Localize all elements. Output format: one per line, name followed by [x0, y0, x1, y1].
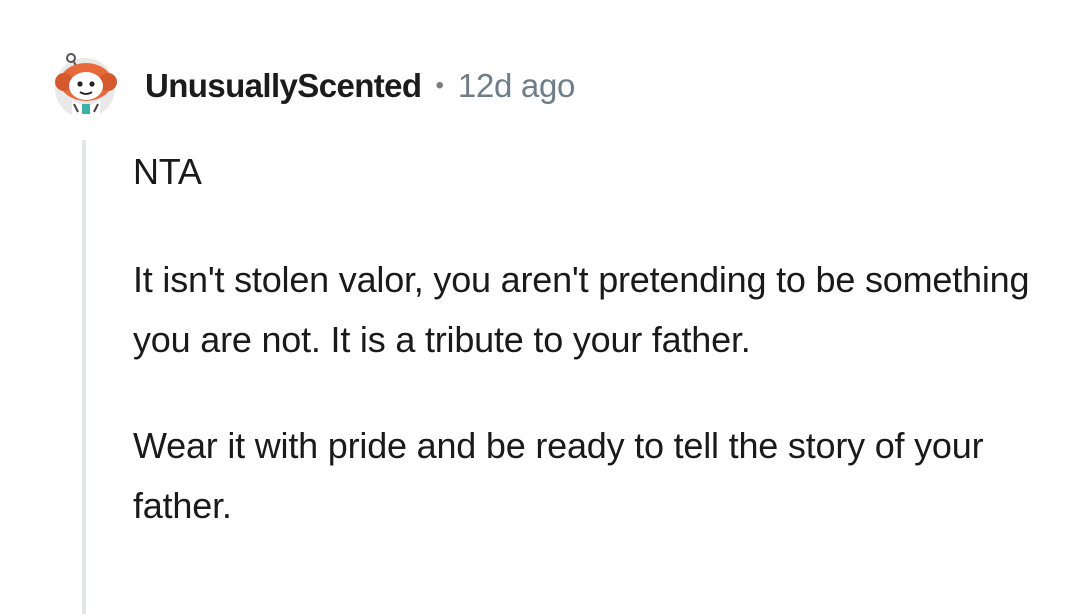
user-avatar[interactable]: [52, 52, 118, 118]
comment-body: NTA It isn't stolen valor, you aren't pr…: [133, 142, 1033, 582]
timestamp: 12d ago: [457, 67, 576, 104]
comment-paragraph: It isn't stolen valor, you aren't preten…: [133, 259, 1030, 360]
comment: UnusuallyScented • 12d ago NTA It isn't …: [0, 0, 1079, 614]
username-link[interactable]: UnusuallyScented: [145, 67, 422, 105]
separator-dot: •: [435, 72, 444, 99]
thread-collapse-line[interactable]: [82, 140, 86, 614]
comment-header: UnusuallyScented • 12d ago: [145, 64, 575, 108]
comment-paragraph: NTA: [133, 151, 202, 192]
comment-paragraph: Wear it with pride and be ready to tell …: [133, 425, 984, 526]
reddit-snoo-avatar-icon: [55, 53, 117, 118]
